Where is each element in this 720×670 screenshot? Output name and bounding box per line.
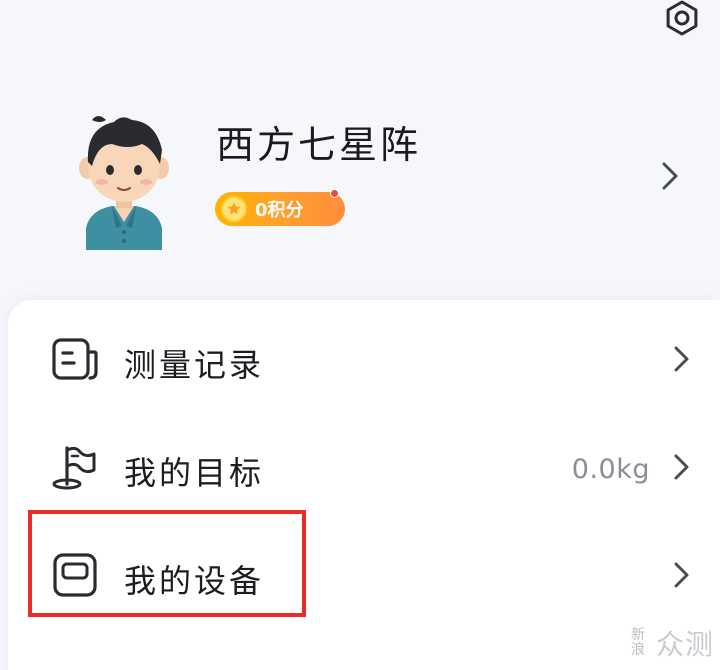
menu-item-my-goal[interactable]: 我的目标 0.0kg (8, 412, 720, 520)
watermark-text: 众测 (656, 628, 715, 661)
menu-item-label: 我的目标 (124, 454, 265, 492)
flag-icon (52, 446, 96, 490)
menu-item-measure-records[interactable]: 测量记录 (8, 304, 720, 412)
profile-card[interactable]: 西方七星阵 0积分 (0, 90, 720, 260)
profile-page: 西方七星阵 0积分 测量记录 我的目标 0.0kg 我的设备 新 浪 众测 (0, 0, 720, 670)
chevron-right-icon (674, 454, 689, 480)
chevron-right-icon (674, 562, 689, 588)
watermark-mark: 新浪 (631, 627, 645, 658)
records-icon (52, 338, 98, 380)
user-avatar (79, 116, 169, 250)
points-badge[interactable]: 0积分 (215, 189, 345, 226)
watermark: 新浪 众测 (628, 623, 716, 663)
notification-dot (330, 189, 339, 198)
username: 西方七星阵 (216, 123, 422, 167)
menu-item-label: 测量记录 (124, 346, 265, 384)
goal-weight-value: 0.0kg (571, 454, 650, 485)
chevron-right-icon[interactable] (656, 156, 684, 196)
chevron-right-icon (674, 346, 689, 372)
settings-button[interactable] (657, 0, 707, 40)
highlight-annotation-box (28, 510, 306, 617)
star-coin-icon (221, 196, 247, 222)
points-label: 0积分 (255, 200, 304, 221)
gear-icon (666, 0, 698, 36)
